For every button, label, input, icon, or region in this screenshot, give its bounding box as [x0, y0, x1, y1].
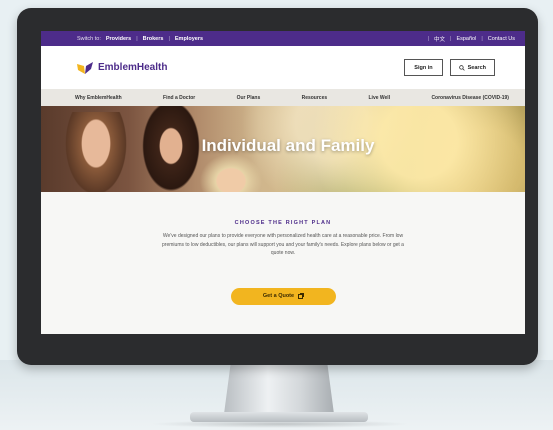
section-description: We've designed our plans to provide ever…: [162, 233, 404, 256]
section-kicker: CHOOSE THE RIGHT PLAN: [234, 220, 332, 226]
hero-title: Individual and Family: [201, 136, 375, 155]
employers-link[interactable]: Employers: [175, 36, 203, 42]
audience-switcher: Switch to: Providers | Brokers | Employe…: [77, 36, 203, 42]
monitor-base: [190, 412, 368, 422]
sign-in-button[interactable]: Sign in: [404, 59, 443, 76]
chinese-language-link[interactable]: 中文: [434, 35, 445, 43]
emblem-logo-icon: [77, 61, 93, 74]
providers-link[interactable]: Providers: [106, 36, 131, 42]
search-button[interactable]: Search: [449, 59, 495, 76]
divider: |: [481, 35, 483, 42]
utility-bar: Switch to: Providers | Brokers | Employe…: [41, 31, 525, 46]
nav-item-covid-19[interactable]: Coronavirus Disease (COVID-19): [431, 95, 509, 101]
main-nav: Why EmblemHealth Find a Doctor Our Plans…: [41, 89, 525, 106]
hero-banner: Individual and Family: [41, 106, 525, 192]
contact-us-link[interactable]: Contact Us: [488, 36, 515, 42]
brokers-link[interactable]: Brokers: [143, 36, 164, 42]
nav-item-why-emblemhealth[interactable]: Why EmblemHealth: [75, 95, 122, 101]
nav-item-resources[interactable]: Resources: [302, 95, 328, 101]
switch-label: Switch to:: [77, 35, 101, 42]
nav-item-find-a-doctor[interactable]: Find a Doctor: [163, 95, 195, 101]
get-a-quote-button[interactable]: Get a Quote: [230, 287, 336, 305]
external-link-icon: [298, 292, 305, 299]
search-icon: [458, 64, 465, 71]
search-label: Search: [467, 64, 486, 71]
monitor-screen: Switch to: Providers | Brokers | Employe…: [41, 31, 525, 334]
header-actions: Sign in Search: [404, 59, 495, 76]
logo[interactable]: EmblemHealth: [77, 61, 168, 74]
nav-item-our-plans[interactable]: Our Plans: [237, 95, 261, 101]
divider: |: [168, 35, 170, 42]
plan-intro-section: CHOOSE THE RIGHT PLAN We've designed our…: [41, 192, 525, 305]
logo-text: EmblemHealth: [98, 62, 168, 73]
divider: |: [427, 35, 429, 42]
divider: |: [450, 35, 452, 42]
utility-right-links: | 中文 | Español | Contact Us: [428, 35, 515, 43]
divider: |: [136, 35, 138, 42]
monitor-stand: [224, 364, 334, 414]
get-a-quote-label: Get a Quote: [262, 293, 295, 299]
spanish-language-link[interactable]: Español: [456, 36, 476, 42]
nav-item-live-well[interactable]: Live Well: [369, 95, 391, 101]
site-header: EmblemHealth Sign in Search: [41, 46, 525, 89]
